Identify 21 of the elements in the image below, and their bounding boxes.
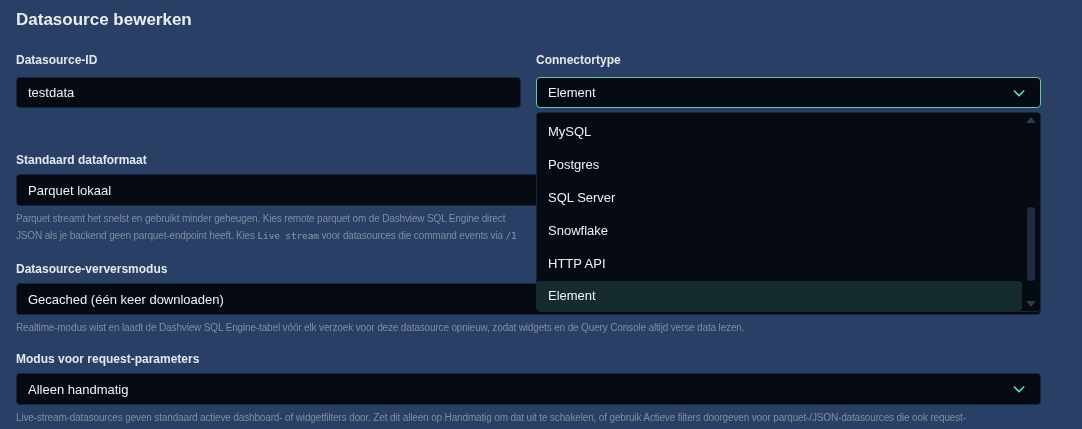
chevron-down-icon xyxy=(1013,88,1025,97)
scroll-up-arrow-icon[interactable] xyxy=(1026,117,1036,123)
dropdown-option[interactable]: Snowflake xyxy=(537,214,1022,247)
dialog-title: Datasource bewerken xyxy=(16,9,193,31)
dropdown-option[interactable]: Element xyxy=(537,281,1022,311)
select-field[interactable]: Element xyxy=(536,77,1041,108)
text-field[interactable]: testdata xyxy=(16,77,521,108)
dropdown-option[interactable]: HTTP API xyxy=(537,247,1022,280)
help-text: Live-stream-datasources geven standaard actieve dashboard- of widgetfilters door. Zet dit alleen op Handmatig om dat uit te schakelen, of gebruik Actieve filters doorgeven voor parquet-/JSON-datasources die ook request- xyxy=(16,411,966,425)
field-label: Modus voor request-parameters xyxy=(16,351,200,367)
select-field[interactable]: Alleen handmatig xyxy=(16,373,1041,405)
help-text: Realtime-modus wist en laadt de Dashview SQL Engine-tabel vóór elk verzoek voor deze datasource opnieuw, zodat widgets en de Query Console altijd verse data lezen. xyxy=(16,321,745,335)
field-label: Standaard dataformaat xyxy=(16,152,147,168)
help-text: Parquet streamt het snelst en gebruikt minder geheugen. Kies remote parquet om de Dashview SQL Engine direct xyxy=(16,212,506,226)
field-label: Datasource-verversmodus xyxy=(16,261,168,277)
scrollbar-thumb[interactable] xyxy=(1027,207,1035,281)
help-text: JSON als je backend geen parquet-endpoint heeft. Kies Live stream voor datasources die command events via /1 xyxy=(16,229,517,243)
chevron-down-icon xyxy=(1013,385,1025,393)
dropdown-option[interactable]: MySQL xyxy=(537,115,1022,148)
field-label: Datasource-ID xyxy=(16,52,98,68)
field-label: Connectortype xyxy=(536,52,621,68)
